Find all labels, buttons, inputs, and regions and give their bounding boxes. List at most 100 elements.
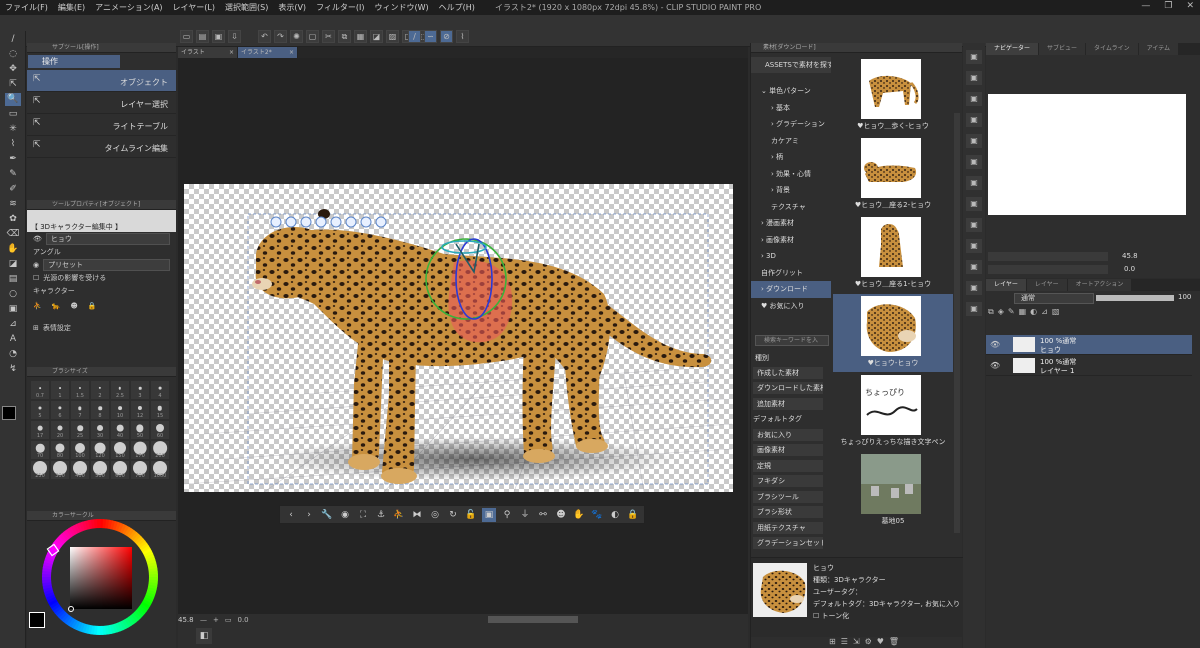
pose-icon[interactable]: ⛹ [392,508,406,522]
magic-wand-icon[interactable]: ✳ [5,123,21,136]
frame-icon[interactable]: ▣ [5,303,21,316]
material-scrollbar[interactable] [954,113,960,533]
color-icon[interactable]: ▣ [966,281,982,295]
lock-joint-icon[interactable]: 🔓 [464,508,478,522]
brush-size-cell[interactable]: 2 [91,381,109,399]
fill-icon[interactable]: ◪ [370,30,383,43]
delete-icon[interactable]: 🗑 [889,637,899,646]
menu-item[interactable]: ファイル(F) [0,2,53,13]
brush-size-cell[interactable]: 6 [51,401,69,419]
brush-size-cell[interactable]: 80 [51,441,69,459]
paste-icon[interactable]: ▦ [354,30,367,43]
opacity-slider[interactable] [1096,295,1174,301]
copy-icon[interactable]: ⧉ [338,30,351,43]
material-thumbnail[interactable]: ♥ヒョウ＿歩く-ヒョウ [833,57,953,135]
material-tree-item[interactable]: › 背景 [751,182,831,199]
head-icon[interactable]: ☻ [554,508,568,522]
tab-close-icon[interactable]: × [229,47,234,58]
object-icon[interactable]: ⇱ [5,78,21,91]
current-color-swatch[interactable] [29,612,45,628]
preset-dropdown[interactable]: プリセット [43,258,170,271]
camera-control-icon[interactable] [300,216,312,228]
reference-icon[interactable]: ◈ [998,307,1004,317]
brush-size-cell[interactable]: 30 [91,421,109,439]
prev-icon[interactable]: ‹ [284,508,298,522]
material-search-input[interactable]: 検索キーワードを入 [755,335,829,346]
default-tag-button[interactable]: 用紙テクスチャ [753,521,823,534]
brush-stabilize-icon[interactable]: ∕ [408,30,421,43]
import-icon[interactable]: ⇩ [228,30,241,43]
canvas-area[interactable]: ‹ › 🔧 ◉ ⛶ ⚓ ⛹ ⧓ ◎ ↻ 🔓 ▣ ⚲ ⏚ ⚯ ☻ ✋ 🐾 ◐ 🔒 [178,58,748,614]
eraser-icon[interactable]: ⌫ [5,228,21,241]
zoom-out-button[interactable]: — [200,616,207,624]
brush-size-cell[interactable]: 170 [131,441,149,459]
settings-icon[interactable]: ⚙ [865,637,872,646]
animal-icon[interactable]: 🐆 [52,302,61,310]
subtool-item[interactable]: ⇱ オブジェクト [27,70,176,92]
new-icon[interactable]: ▭ [180,30,193,43]
pose-icon[interactable]: ⛹ [33,302,42,310]
brush-size-cell[interactable]: 100 [71,441,89,459]
menu-item[interactable]: ヘルプ(H) [434,2,480,13]
gradient-icon[interactable]: ▤ [5,273,21,286]
camera-control-icon[interactable] [315,216,327,228]
material-tree-item[interactable]: テクスチャ [751,199,831,216]
snap-icon[interactable]: ⌇ [456,30,469,43]
select-icon[interactable]: ◌ [5,48,21,61]
brush-size-cell[interactable]: 7 [71,401,89,419]
ruler-icon[interactable]: ⊿ [5,318,21,331]
pen-icon[interactable]: ∕ [5,33,21,46]
hue-segment[interactable] [99,625,104,635]
brush-size-cell[interactable]: 700 [131,461,149,479]
material-tree-item[interactable]: › 3D [751,248,831,265]
lock-icon[interactable]: 🔒 [88,302,97,310]
fit-icon[interactable]: ⛶ [356,508,370,522]
main-sub-color[interactable] [2,406,24,428]
layer-color-icon[interactable]: ▧ [1052,307,1060,317]
brush-icon[interactable]: ✐ [5,183,21,196]
history-icon[interactable]: ▣ [966,197,982,211]
zoom-icon[interactable]: 🔍 [5,93,21,106]
search-icon[interactable]: ▣ [966,50,982,64]
brush-size-cell[interactable]: 200 [151,441,169,459]
brush-size-cell[interactable]: 120 [91,441,109,459]
camera-control-icon[interactable] [330,216,342,228]
property-icon[interactable]: ▣ [966,302,982,316]
layer-icon[interactable]: ▣ [966,134,982,148]
horizontal-scrollbar[interactable] [488,616,578,623]
color-wheel-graphic[interactable] [41,518,159,636]
navigator-tab[interactable]: サブビュー [1039,43,1086,55]
mask-icon[interactable]: ◐ [1030,307,1037,317]
material-tree-item[interactable]: › ダウンロード [751,281,831,298]
thumbnail-size-icon[interactable]: ⊞ [829,637,836,646]
brush-size-cell[interactable]: 60 [151,421,169,439]
menu-item[interactable]: ウィンドウ(W) [370,2,434,13]
brush-size-cell[interactable]: 3 [131,381,149,399]
subtool-group-tab[interactable]: 操作 [28,55,120,68]
navigator-preview[interactable] [988,94,1186,215]
open-icon[interactable]: ▤ [196,30,209,43]
draft-icon[interactable]: ✎ [1008,307,1015,317]
kind-tag-button[interactable]: ダウンロードした素材 [753,382,823,394]
fit-button[interactable]: ▭ [225,616,232,624]
material-tree-item[interactable]: カケアミ [751,133,831,150]
menu-item[interactable]: 編集(E) [53,2,90,13]
brush-size-cell[interactable]: 10 [111,401,129,419]
tree-expand-icon[interactable]: ♥ [761,302,770,310]
main-color-swatch[interactable] [2,406,16,420]
brush-size-cell[interactable]: 17 [31,421,49,439]
paste-material-icon[interactable]: ⇲ [853,637,860,646]
text-icon[interactable]: A [5,333,21,346]
maximize-button[interactable]: ❐ [1164,1,1172,11]
tab-document[interactable]: イラスト2* × [238,47,298,58]
navigator-zoom-value[interactable]: 45.8 [1122,252,1138,260]
list-view-icon[interactable]: ☰ [841,637,848,646]
blend-mode-dropdown[interactable]: 通常 [1014,293,1094,304]
material-tree-item[interactable]: › 効果・心情 [751,166,831,183]
figure-icon[interactable]: ○ [5,288,21,301]
ruler-icon[interactable]: ⊿ [1041,307,1048,317]
clip-icon[interactable]: ⧉ [988,307,994,317]
layer-dropdown[interactable]: ヒョウ [45,232,170,245]
default-tag-button[interactable]: 定規 [753,459,823,472]
pen-pressure-icon[interactable]: ∽ [424,30,437,43]
